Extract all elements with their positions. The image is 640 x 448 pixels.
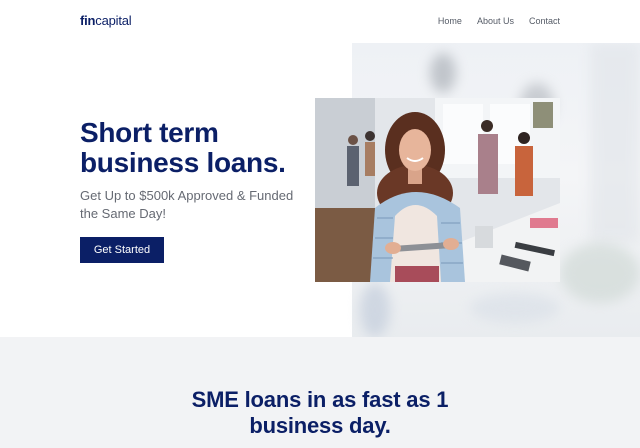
logo-rest: capital: [95, 13, 132, 28]
features-section: SME loans in as fast as 1 business day.: [0, 337, 640, 448]
nav-links: Home About Us Contact: [438, 16, 560, 26]
bg-blur-shape: [590, 43, 640, 243]
nav-link-home[interactable]: Home: [438, 16, 462, 26]
bg-blur-shape: [470, 293, 560, 323]
top-navbar: fincapital Home About Us Contact: [0, 0, 640, 43]
hero-title: Short term business loans.: [80, 117, 286, 178]
logo[interactable]: fincapital: [80, 13, 132, 28]
bg-blur-shape: [560, 243, 640, 303]
nav-link-about[interactable]: About Us: [477, 16, 514, 26]
hero-section: Short term business loans. Get Up to $50…: [0, 43, 640, 337]
section-title: SME loans in as fast as 1 business day.: [191, 387, 449, 438]
get-started-button[interactable]: Get Started: [80, 237, 164, 263]
hero-subtitle: Get Up to $500k Approved & Funded the Sa…: [80, 188, 294, 221]
nav-link-contact[interactable]: Contact: [529, 16, 560, 26]
hero-photo: [315, 98, 560, 282]
bg-blur-shape: [430, 53, 456, 93]
bg-blur-shape: [360, 283, 390, 337]
office-woman-photo-illustration: [315, 98, 560, 282]
logo-bold: fin: [80, 13, 96, 28]
